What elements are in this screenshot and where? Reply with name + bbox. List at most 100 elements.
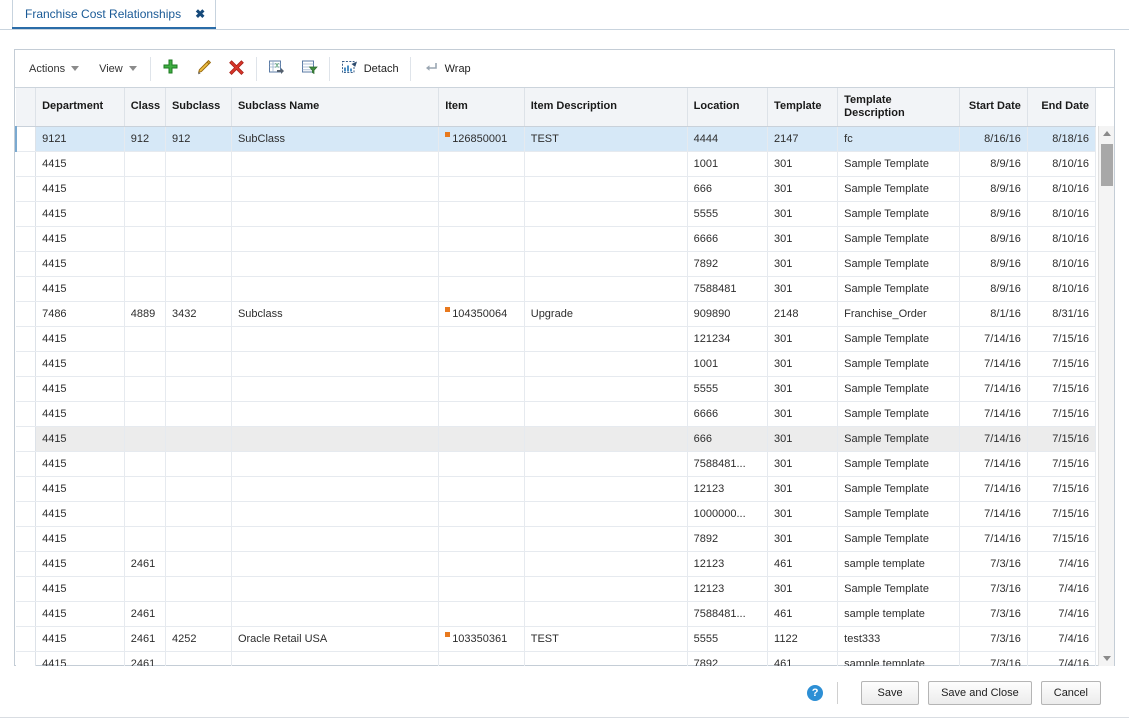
cell-department[interactable]: 4415 [36,576,125,601]
table-row[interactable]: 441524617588481...461sample template7/3/… [16,601,1096,626]
column-header-start-date[interactable]: Start Date [959,88,1027,126]
cell-item-description[interactable] [524,351,687,376]
cell-item-description[interactable]: Upgrade [524,301,687,326]
cell-end-date[interactable]: 8/18/16 [1027,126,1095,151]
table-row[interactable]: 4415666301Sample Template8/9/168/10/16 [16,176,1096,201]
cell-location[interactable]: 12123 [687,551,767,576]
row-selector-cell[interactable] [16,626,36,651]
cell-template[interactable]: 301 [768,326,838,351]
cell-template[interactable]: 461 [768,601,838,626]
table-row[interactable]: 441524617892461sample template7/3/167/4/… [16,651,1096,666]
cell-class[interactable]: 2461 [124,626,165,651]
cell-subclass[interactable] [165,476,231,501]
cell-template-description[interactable]: fc [838,126,960,151]
cell-department[interactable]: 7486 [36,301,125,326]
table-row[interactable]: 44157892301Sample Template8/9/168/10/16 [16,251,1096,276]
cell-item-description[interactable] [524,176,687,201]
cell-end-date[interactable]: 7/4/16 [1027,576,1095,601]
cell-end-date[interactable]: 7/15/16 [1027,376,1095,401]
cell-start-date[interactable]: 8/9/16 [959,176,1027,201]
cell-subclass-name[interactable] [231,651,438,666]
cell-department[interactable]: 4415 [36,401,125,426]
cell-item-description[interactable] [524,601,687,626]
query-by-example-button[interactable] [293,50,326,88]
cell-template-description[interactable]: Sample Template [838,426,960,451]
cell-class[interactable] [124,451,165,476]
cell-template[interactable]: 301 [768,201,838,226]
cell-template[interactable]: 2147 [768,126,838,151]
view-menu[interactable]: View [89,50,147,88]
cell-item-description[interactable] [524,551,687,576]
row-selector-cell[interactable] [16,576,36,601]
cell-subclass-name[interactable] [231,351,438,376]
cell-subclass[interactable] [165,651,231,666]
cell-department[interactable]: 4415 [36,251,125,276]
cell-item[interactable]: 126850001 [439,126,525,151]
cell-end-date[interactable]: 7/15/16 [1027,476,1095,501]
row-selector-cell[interactable] [16,176,36,201]
column-header-item-description[interactable]: Item Description [524,88,687,126]
cell-template[interactable]: 301 [768,476,838,501]
column-header-template-description[interactable]: Template Description [838,88,960,126]
cell-template[interactable]: 461 [768,551,838,576]
cell-department[interactable]: 4415 [36,601,125,626]
cell-location[interactable]: 1000000... [687,501,767,526]
cell-item-description[interactable] [524,201,687,226]
cell-subclass[interactable] [165,351,231,376]
cell-subclass[interactable] [165,151,231,176]
cell-subclass[interactable] [165,401,231,426]
cell-department[interactable]: 4415 [36,426,125,451]
cell-end-date[interactable]: 7/4/16 [1027,601,1095,626]
table-row[interactable]: 44151001301Sample Template8/9/168/10/16 [16,151,1096,176]
cell-start-date[interactable]: 8/1/16 [959,301,1027,326]
scrollbar-thumb[interactable] [1101,144,1113,186]
table-row[interactable]: 4415666301Sample Template7/14/167/15/16 [16,426,1096,451]
cell-start-date[interactable]: 8/9/16 [959,226,1027,251]
wrap-button[interactable]: Wrap [414,50,479,88]
cell-template-description[interactable]: Sample Template [838,176,960,201]
column-header-template[interactable]: Template [768,88,838,126]
cell-item-description[interactable] [524,326,687,351]
cell-template[interactable]: 301 [768,576,838,601]
row-selector-cell[interactable] [16,276,36,301]
cell-end-date[interactable]: 7/15/16 [1027,526,1095,551]
cell-end-date[interactable]: 8/10/16 [1027,201,1095,226]
cell-class[interactable] [124,401,165,426]
cell-item[interactable] [439,276,525,301]
row-selector-cell[interactable] [16,126,36,151]
cell-subclass[interactable]: 3432 [165,301,231,326]
cell-start-date[interactable]: 8/9/16 [959,276,1027,301]
table-row[interactable]: 44156666301Sample Template8/9/168/10/16 [16,226,1096,251]
cell-department[interactable]: 4415 [36,501,125,526]
cell-location[interactable]: 7588481... [687,601,767,626]
cell-item-description[interactable] [524,151,687,176]
row-selector-cell[interactable] [16,351,36,376]
cell-start-date[interactable]: 8/9/16 [959,151,1027,176]
cell-item-description[interactable] [524,476,687,501]
cell-class[interactable] [124,251,165,276]
cell-subclass-name[interactable] [231,576,438,601]
cell-location[interactable]: 1001 [687,151,767,176]
row-selector-cell[interactable] [16,226,36,251]
delete-row-button[interactable] [220,50,253,88]
cell-subclass[interactable] [165,501,231,526]
cell-location[interactable]: 666 [687,176,767,201]
cell-location[interactable]: 1001 [687,351,767,376]
cell-item[interactable] [439,151,525,176]
table-row[interactable]: 9121912912SubClass126850001TEST44442147f… [16,126,1096,151]
column-header-subclass-name[interactable]: Subclass Name [231,88,438,126]
cell-class[interactable] [124,526,165,551]
cell-item-description[interactable]: TEST [524,126,687,151]
cell-class[interactable] [124,276,165,301]
cell-department[interactable]: 4415 [36,451,125,476]
cell-class[interactable]: 2461 [124,601,165,626]
cell-end-date[interactable]: 8/10/16 [1027,251,1095,276]
cell-class[interactable]: 2461 [124,551,165,576]
export-to-excel-button[interactable]: X [260,50,293,88]
row-selector-cell[interactable] [16,651,36,666]
cell-item[interactable] [439,351,525,376]
cell-item-description[interactable] [524,526,687,551]
cell-start-date[interactable]: 7/14/16 [959,526,1027,551]
cell-subclass-name[interactable] [231,276,438,301]
table-row[interactable]: 44155555301Sample Template7/14/167/15/16 [16,376,1096,401]
